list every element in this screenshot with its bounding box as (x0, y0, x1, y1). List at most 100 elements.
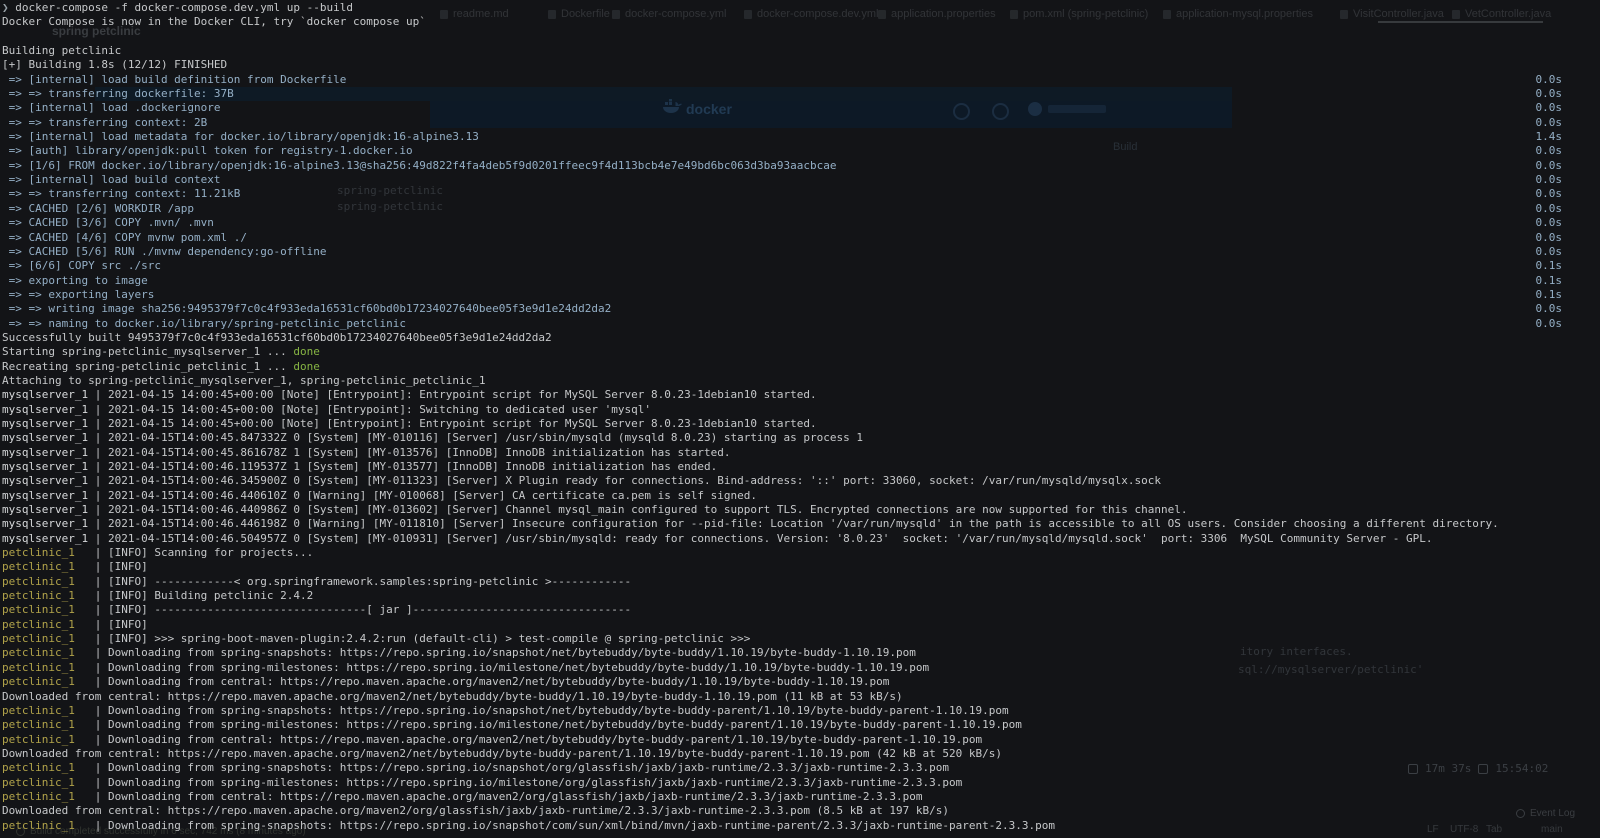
terminal-line: mysqlserver_1 | 2021-04-15 14:00:45+00:0… (0, 388, 1600, 402)
terminal-text: => => exporting layers (2, 288, 154, 301)
terminal-text: | [INFO] ------------< org.springframewo… (95, 575, 631, 588)
terminal-line: => CACHED [2/6] WORKDIR /app0.0s (0, 202, 1600, 216)
terminal-line: [+] Building 1.8s (12/12) FINISHED (0, 58, 1600, 72)
terminal-text: Recreating spring-petclinic_petclinic_1 … (2, 360, 293, 373)
terminal-line: petclinic_1 | Downloading from spring-sn… (0, 704, 1600, 718)
terminal-text: petclinic_1 (2, 718, 95, 731)
terminal-text: mysqlserver_1 (2, 417, 95, 430)
terminal-text: done (293, 345, 320, 358)
build-step-duration: 0.0s (1536, 87, 1563, 101)
terminal-line: => [internal] load .dockerignore0.0s (0, 101, 1600, 115)
terminal-line: ❯ docker-compose -f docker-compose.dev.y… (0, 1, 1600, 15)
terminal-text: | [INFO] -------------------------------… (95, 603, 631, 616)
terminal-text: => [internal] load .dockerignore (2, 101, 221, 114)
terminal-line: Building petclinic (0, 44, 1600, 58)
terminal-text: | 2021-04-15 14:00:45+00:00 [Note] [Entr… (95, 403, 651, 416)
terminal-line: Downloaded from central: https://repo.ma… (0, 690, 1600, 704)
terminal-text: petclinic_1 (2, 603, 95, 616)
terminal-text: | Downloading from central: https://repo… (95, 675, 890, 688)
terminal-text: Downloaded from central: https://repo.ma… (2, 747, 1002, 760)
terminal-text: Successfully built 9495379f7c0c4f933eda1… (2, 331, 552, 344)
terminal-line: => [6/6] COPY src ./src0.1s (0, 259, 1600, 273)
terminal-line: => => naming to docker.io/library/spring… (0, 317, 1600, 331)
terminal-text: | Downloading from spring-snapshots: htt… (95, 761, 949, 774)
terminal-line: => [internal] load metadata for docker.i… (0, 130, 1600, 144)
build-step-duration: 0.0s (1536, 317, 1563, 331)
terminal-text: | 2021-04-15T14:00:46.119537Z 1 [System]… (95, 460, 718, 473)
terminal-text: | Downloading from central: https://repo… (95, 733, 982, 746)
terminal-text: petclinic_1 (2, 560, 95, 573)
terminal-line: => => transferring context: 11.21kB 0.0s (0, 187, 1600, 201)
build-step-duration: 0.0s (1536, 231, 1563, 245)
terminal-text: mysqlserver_1 (2, 474, 95, 487)
terminal-text: petclinic_1 (2, 546, 95, 559)
terminal-line: petclinic_1 | [INFO] (0, 618, 1600, 632)
terminal-line: Starting spring-petclinic_mysqlserver_1 … (0, 345, 1600, 359)
terminal-text: | [INFO] (95, 618, 148, 631)
terminal-text: | Downloading from spring-snapshots: htt… (95, 646, 916, 659)
terminal-line: Downloaded from central: https://repo.ma… (0, 747, 1600, 761)
terminal-text: | Downloading from spring-snapshots: htt… (95, 819, 1055, 832)
terminal-line: => [internal] load build context0.0s (0, 173, 1600, 187)
build-step-duration: 0.0s (1536, 116, 1563, 130)
terminal-line: Recreating spring-petclinic_petclinic_1 … (0, 360, 1600, 374)
build-step-duration: 0.0s (1536, 173, 1563, 187)
terminal-text: | Downloading from central: https://repo… (95, 790, 923, 803)
terminal-line: Attaching to spring-petclinic_mysqlserve… (0, 374, 1600, 388)
screen: readme.mdDockerfiledocker-compose.ymldoc… (0, 0, 1600, 838)
terminal-text: => [1/6] FROM docker.io/library/openjdk:… (2, 159, 836, 172)
terminal-text: mysqlserver_1 (2, 517, 95, 530)
terminal-text: | Downloading from spring-milestones: ht… (95, 776, 963, 789)
terminal-text: petclinic_1 (2, 575, 95, 588)
terminal-text: | [INFO] Building petclinic 2.4.2 (95, 589, 314, 602)
build-step-duration: 0.0s (1536, 144, 1563, 158)
terminal-text: | 2021-04-15T14:00:45.847332Z 0 [System]… (95, 431, 863, 444)
terminal-line: mysqlserver_1 | 2021-04-15T14:00:45.8473… (0, 431, 1600, 445)
terminal-line: mysqlserver_1 | 2021-04-15T14:00:46.1195… (0, 460, 1600, 474)
terminal-line: => => exporting layers0.1s (0, 288, 1600, 302)
terminal-line: => [1/6] FROM docker.io/library/openjdk:… (0, 159, 1600, 173)
terminal-text: | 2021-04-15T14:00:46.440986Z 0 [System]… (95, 503, 1188, 516)
terminal-line: mysqlserver_1 | 2021-04-15T14:00:46.4409… (0, 503, 1600, 517)
terminal-text: | [INFO] >>> spring-boot-maven-plugin:2.… (95, 632, 751, 645)
terminal-text: => => transferring context: 11.21kB (2, 187, 240, 200)
terminal-line: petclinic_1 | [INFO] Scanning for projec… (0, 546, 1600, 560)
terminal-line: => => writing image sha256:9495379f7c0c4… (0, 302, 1600, 316)
terminal-text: | 2021-04-15 14:00:45+00:00 [Note] [Entr… (95, 417, 817, 430)
terminal-text: docker-compose -f docker-compose.dev.yml… (9, 1, 353, 14)
terminal-line: => => transferring dockerfile: 37B0.0s (0, 87, 1600, 101)
terminal-line: => exporting to image0.1s (0, 274, 1600, 288)
terminal-text: petclinic_1 (2, 761, 95, 774)
terminal-line: petclinic_1 | Downloading from spring-sn… (0, 761, 1600, 775)
terminal-text: petclinic_1 (2, 704, 95, 717)
terminal-line: petclinic_1 | Downloading from central: … (0, 675, 1600, 689)
terminal-line: petclinic_1 | [INFO] >>> spring-boot-mav… (0, 632, 1600, 646)
terminal-line: petclinic_1 | [INFO] -------------------… (0, 603, 1600, 617)
terminal-line: => CACHED [5/6] RUN ./mvnw dependency:go… (0, 245, 1600, 259)
terminal-text: => => naming to docker.io/library/spring… (2, 317, 406, 330)
terminal-text: mysqlserver_1 (2, 388, 95, 401)
terminal-text: | 2021-04-15T14:00:46.504957Z 0 [System]… (95, 532, 1433, 545)
terminal-text: | [INFO] Scanning for projects... (95, 546, 314, 559)
terminal-text: petclinic_1 (2, 661, 95, 674)
terminal-text: => => transferring context: 2B (2, 116, 207, 129)
terminal-line: mysqlserver_1 | 2021-04-15 14:00:45+00:0… (0, 417, 1600, 431)
terminal-line: petclinic_1 | Downloading from spring-sn… (0, 819, 1600, 833)
build-step-duration: 0.0s (1536, 202, 1563, 216)
terminal-text: Docker Compose is now in the Docker CLI,… (2, 15, 426, 28)
terminal-line: petclinic_1 | Downloading from spring-mi… (0, 776, 1600, 790)
terminal-text: | Downloading from spring-snapshots: htt… (95, 704, 1009, 717)
terminal-text: Downloaded from central: https://repo.ma… (2, 690, 903, 703)
terminal-text: mysqlserver_1 (2, 489, 95, 502)
terminal-line: petclinic_1 | Downloading from central: … (0, 790, 1600, 804)
terminal-text: mysqlserver_1 (2, 431, 95, 444)
build-step-duration: 0.0s (1536, 187, 1563, 201)
terminal-line: petclinic_1 | [INFO] Building petclinic … (0, 589, 1600, 603)
terminal[interactable]: ❯ docker-compose -f docker-compose.dev.y… (0, 0, 1600, 838)
terminal-line: petclinic_1 | Downloading from central: … (0, 733, 1600, 747)
terminal-text: mysqlserver_1 (2, 460, 95, 473)
terminal-text: done (293, 360, 320, 373)
terminal-text: => [6/6] COPY src ./src (2, 259, 161, 272)
build-step-duration: 0.0s (1536, 159, 1563, 173)
terminal-text: Starting spring-petclinic_mysqlserver_1 … (2, 345, 293, 358)
